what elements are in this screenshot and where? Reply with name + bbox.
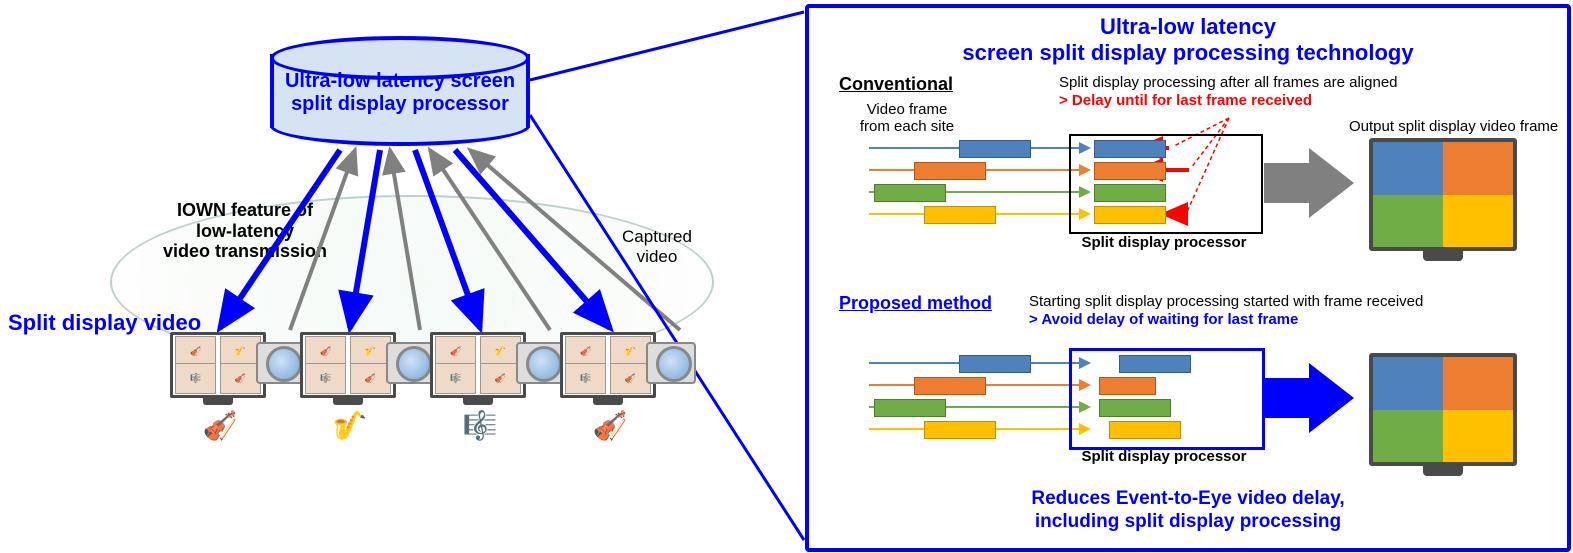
conv-output-monitor <box>1369 138 1517 251</box>
pframe-blue <box>959 355 1031 373</box>
processor-label: Ultra-low latency screen split display p… <box>270 70 530 116</box>
panel-bottom: Reduces Event-to-Eye video delay, includ… <box>809 488 1567 534</box>
prop-output-monitor <box>1369 353 1517 466</box>
captured-video-label: Captured video <box>612 227 702 266</box>
pframe-orange-in <box>1099 377 1156 395</box>
camera-icon <box>262 340 304 382</box>
prop-note2: > Avoid delay of waiting for last frame <box>1029 311 1298 328</box>
iown-label: IOWN feature of low-latency video transm… <box>140 200 350 262</box>
performer-icon: 🎼 <box>450 412 510 440</box>
prop-note1: Starting split display processing starte… <box>1029 293 1423 310</box>
camera-icon <box>652 340 694 382</box>
performer-icon: 🎻 <box>580 412 640 440</box>
conv-output-label: Output split display video frame <box>1349 118 1558 135</box>
performer-icon: 🎷 <box>320 412 380 440</box>
explanation-panel: Ultra-low latency screen split display p… <box>805 4 1571 552</box>
monitor-icon: 🎻🎷🎼🎻 <box>430 332 526 398</box>
pframe-yellow <box>924 421 996 439</box>
pframe-green-in <box>1099 399 1171 417</box>
frame-green <box>874 184 946 202</box>
frame-blue-in <box>1094 140 1166 158</box>
frame-blue <box>959 140 1031 158</box>
monitor-icon: 🎻🎷🎼🎻 <box>560 332 656 398</box>
processor-cylinder: Ultra-low latency screen split display p… <box>270 36 530 146</box>
frame-yellow-in <box>1094 206 1166 224</box>
diagram-root: Ultra-low latency screen split display p… <box>0 0 1573 553</box>
prop-sdp-label: Split display processor <box>1069 448 1259 465</box>
performer-icon: 🎻 <box>190 412 250 440</box>
camera-icon <box>392 340 434 382</box>
conv-left-label: Video frame from each site <box>847 102 967 135</box>
conv-note1: Split display processing after all frame… <box>1059 74 1398 91</box>
frame-orange-in <box>1094 162 1166 180</box>
camera-icon <box>522 340 564 382</box>
frame-yellow <box>924 206 996 224</box>
conventional-heading: Conventional <box>839 74 953 95</box>
conv-note2: > Delay until for last frame received <box>1059 92 1312 109</box>
panel-title: Ultra-low latency screen split display p… <box>809 14 1567 67</box>
frame-orange <box>914 162 986 180</box>
pframe-orange <box>914 377 986 395</box>
pframe-green <box>874 399 946 417</box>
proposed-heading: Proposed method <box>839 293 992 314</box>
monitor-icon: 🎻🎷🎼🎻 <box>170 332 266 398</box>
conv-sdp-label: Split display processor <box>1069 234 1259 251</box>
pframe-blue-in <box>1119 355 1191 373</box>
monitor-icon: 🎻🎷🎼🎻 <box>300 332 396 398</box>
pframe-yellow-in <box>1109 421 1181 439</box>
frame-green-in <box>1094 184 1166 202</box>
